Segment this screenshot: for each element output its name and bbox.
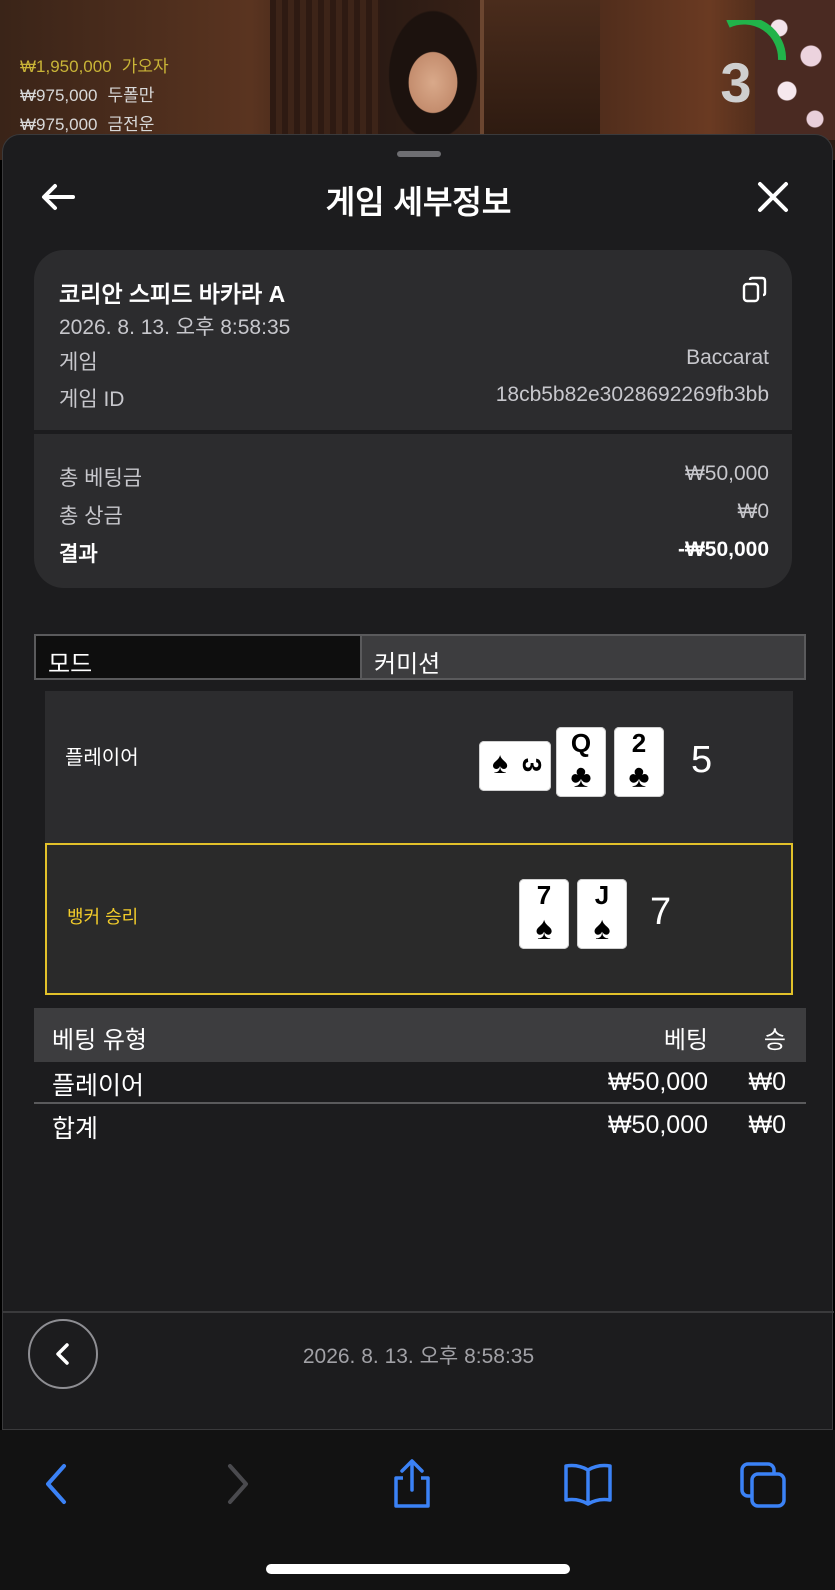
card-divider [34, 430, 792, 434]
winner-row: ₩975,000 두폴만 [20, 81, 169, 110]
bookmarks-icon [564, 1463, 612, 1506]
banker-card: 7 ♠ [519, 879, 569, 949]
total-win-label: 총 상금 [59, 505, 123, 528]
banker-label: 뱅커 승리 [67, 907, 139, 927]
game-id-row: 게임 ID 18cb5b82e3028692269fb3bb [59, 383, 769, 413]
bet-table-header: 베팅 유형 베팅 승 [34, 1008, 806, 1062]
browser-back-button[interactable] [32, 1458, 84, 1510]
card-rank: 3 [517, 757, 547, 773]
countdown-timer: 3 [706, 16, 787, 114]
winner-row: ₩1,950,000 가오자 [20, 52, 169, 81]
total-bet-row: 총 베팅금 ₩50,000 [59, 462, 769, 492]
bookmarks-button[interactable] [562, 1458, 614, 1510]
winner-amount: ₩1,950,000 [20, 57, 112, 76]
total-label: 합계 [52, 1115, 99, 1143]
share-button[interactable] [386, 1458, 438, 1510]
bet-type: 플레이어 [52, 1072, 145, 1100]
game-type-row: 게임 Baccarat [59, 346, 769, 376]
game-type-label: 게임 [59, 351, 98, 374]
card-rank: 7 [536, 880, 552, 910]
header-win: 승 [763, 1027, 786, 1054]
result-label: 결과 [59, 543, 98, 566]
table-row: 플레이어 ₩50,000 ₩0 [34, 1062, 806, 1104]
back-icon [46, 1464, 66, 1504]
game-id-label: 게임 ID [59, 388, 125, 411]
total-bet-value: ₩50,000 [684, 462, 769, 485]
countdown-number: 3 [720, 51, 752, 114]
player-score: 5 [691, 739, 713, 781]
card-rank: Q [570, 728, 592, 758]
winner-amount: ₩975,000 [20, 115, 98, 134]
tab-mode[interactable]: 모드 [34, 634, 362, 680]
banker-score: 7 [650, 891, 672, 933]
copy-icon [742, 276, 767, 303]
win-amount: ₩0 [748, 1068, 787, 1096]
player-result: 플레이어 ♠ 3 Q ♣ 2 ♣ 5 [45, 691, 793, 843]
winner-name: 가오자 [121, 57, 169, 76]
bet-amount: ₩50,000 [607, 1068, 708, 1096]
player-card: Q ♣ [556, 727, 606, 797]
home-indicator[interactable] [266, 1564, 570, 1574]
footer-divider [3, 1311, 834, 1313]
total-win-value: ₩0 [737, 500, 770, 523]
game-type-value: Baccarat [686, 346, 769, 369]
player-card: 2 ♣ [614, 727, 664, 797]
player-label: 플레이어 [65, 747, 139, 769]
card-suit: ♠ [593, 910, 611, 946]
table-name: 코리안 스피드 바카라 A [59, 281, 286, 307]
dealer-image [372, 0, 494, 150]
sheet-grabber[interactable] [397, 151, 441, 157]
header-bet: 베팅 [663, 1027, 708, 1054]
game-datetime: 2026. 8. 13. 오후 8:58:35 [59, 316, 291, 339]
total-row: 합계 ₩50,000 ₩0 [34, 1105, 806, 1147]
tab-commission[interactable]: 커미션 [362, 634, 806, 680]
browser-forward-button[interactable] [210, 1458, 262, 1510]
mode-tabs: 모드 커미션 [34, 634, 806, 680]
game-info-card: 코리안 스피드 바카라 A 2026. 8. 13. 오후 8:58:35 게임… [34, 250, 792, 588]
result-value: -₩50,000 [677, 538, 769, 561]
close-button[interactable] [755, 179, 791, 215]
card-rank: J [594, 880, 610, 910]
game-details-sheet: 게임 세부정보 코리안 스피드 바카라 A 2026. 8. 13. 오후 8:… [2, 134, 834, 1430]
background-wall-panel [270, 0, 380, 140]
tabs-button[interactable] [738, 1458, 790, 1510]
winner-amount: ₩975,000 [20, 86, 98, 105]
total-bet-label: 총 베팅금 [59, 467, 143, 490]
total-bet-amount: ₩50,000 [607, 1111, 708, 1139]
share-icon [394, 1459, 430, 1508]
banker-result: 뱅커 승리 7 ♠ J ♠ 7 [45, 843, 793, 995]
total-win-row: 총 상금 ₩0 [59, 500, 769, 530]
winner-name: 두폴만 [107, 86, 155, 105]
banker-card: J ♠ [577, 879, 627, 949]
total-win-amount: ₩0 [748, 1111, 787, 1139]
game-id-value: 18cb5b82e3028692269fb3bb [495, 383, 769, 406]
forward-icon [228, 1464, 248, 1504]
page-title: 게임 세부정보 [325, 184, 512, 220]
background-door-panel [480, 0, 600, 140]
winners-list: ₩1,950,000 가오자 ₩975,000 두폴만 ₩975,000 금전운 [20, 52, 169, 139]
winner-name: 금전운 [107, 115, 155, 134]
footer-datetime: 2026. 8. 13. 오후 8:58:35 [302, 1345, 535, 1368]
tabs-icon [740, 1462, 786, 1508]
card-suit: ♠ [492, 747, 508, 780]
card-suit: ♠ [535, 910, 553, 946]
header-bet-type: 베팅 유형 [52, 1027, 147, 1054]
close-icon [758, 182, 788, 212]
player-card: ♠ 3 [479, 741, 551, 791]
card-suit: ♣ [628, 758, 650, 794]
card-suit: ♣ [570, 758, 592, 794]
card-rank: 2 [631, 728, 647, 758]
copy-button[interactable] [742, 276, 768, 304]
result-row: 결과 -₩50,000 [59, 538, 769, 568]
